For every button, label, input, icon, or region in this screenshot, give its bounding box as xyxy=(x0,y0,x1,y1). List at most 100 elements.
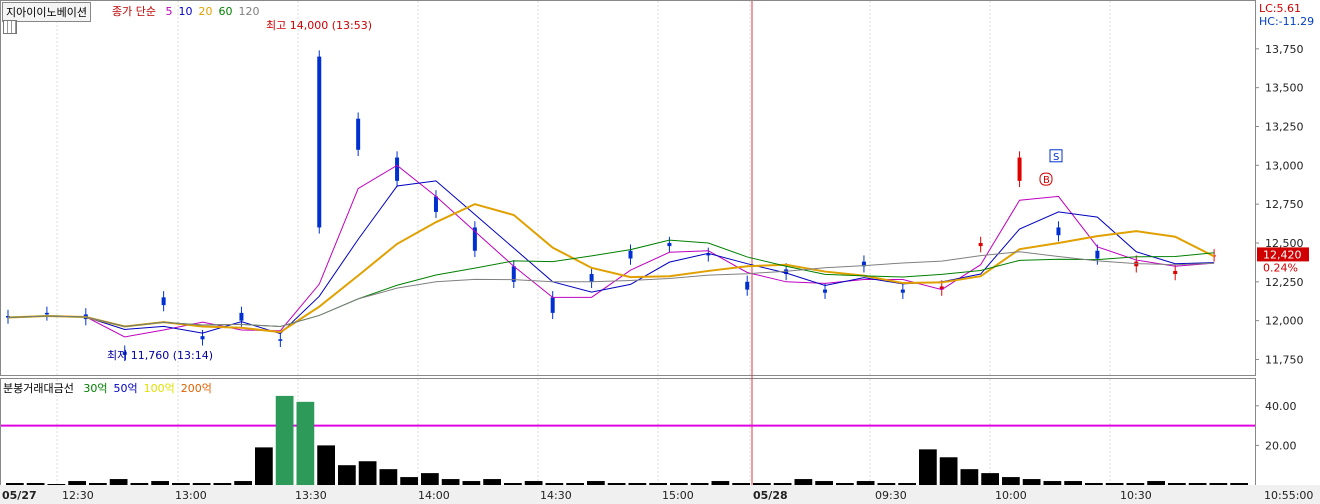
volume-bar xyxy=(670,483,688,485)
volume-bar xyxy=(130,483,149,485)
volume-tick-label: 40.00 xyxy=(1265,400,1297,413)
volume-bar xyxy=(213,483,232,485)
volume-bar xyxy=(1022,479,1041,485)
volume-bar xyxy=(711,481,730,485)
candle-body xyxy=(395,157,400,181)
high-annotation: 최고 14,000 (13:53) xyxy=(266,19,373,32)
candle-body xyxy=(745,281,750,290)
volume-bar xyxy=(1126,483,1145,485)
volume-bar xyxy=(109,479,128,485)
volume-bar xyxy=(172,483,190,485)
candle-body xyxy=(317,56,322,228)
volume-bar xyxy=(358,461,377,485)
candle-body xyxy=(239,312,244,321)
volume-bar xyxy=(151,481,169,485)
candle-body xyxy=(1017,157,1022,181)
volume-bar xyxy=(898,483,916,485)
price-tick-label: 12,250 xyxy=(1265,276,1304,289)
time-axis-label: 10:55:00 xyxy=(1264,489,1313,502)
price-legend-period: 5 xyxy=(165,5,173,18)
volume-bar xyxy=(628,483,647,485)
grid-toggle-icon[interactable] xyxy=(3,20,17,34)
candle-body xyxy=(44,312,49,315)
volume-legend-label: 분봉거래대금선 xyxy=(3,382,74,395)
candle-body xyxy=(356,118,361,150)
volume-bar xyxy=(856,481,875,485)
stock-name[interactable]: 지아이이노베이션 xyxy=(2,2,91,22)
candle-body xyxy=(667,242,672,247)
low-annotation: 최저 11,760 (13:14) xyxy=(107,349,214,362)
price-legend: 종가 단순 5 10 20 60 120 xyxy=(112,3,265,19)
price-tick-label: 13,000 xyxy=(1265,159,1304,172)
volume-legend-item: 30억 xyxy=(83,382,108,395)
volume-bar xyxy=(1085,483,1103,485)
volume-bar xyxy=(877,483,896,485)
volume-bar xyxy=(981,473,999,485)
volume-bar xyxy=(400,477,418,485)
volume-bar xyxy=(483,479,501,485)
volume-bar xyxy=(1147,481,1165,485)
candle-body xyxy=(1095,250,1100,259)
price-pane-frame xyxy=(0,0,1256,376)
time-axis-label: 09:30 xyxy=(875,489,907,502)
candle-body xyxy=(1056,227,1061,236)
candle-body xyxy=(550,297,555,313)
candle-body xyxy=(823,289,828,293)
price-tick-label: 11,750 xyxy=(1265,353,1304,366)
buy-marker-label: B xyxy=(1043,175,1050,186)
lc-label: LC:5.61 xyxy=(1259,2,1302,15)
current-change-label: 0.24% xyxy=(1263,261,1298,274)
volume-tick-label: 20.00 xyxy=(1265,439,1297,452)
sell-marker-label: S xyxy=(1053,152,1059,163)
volume-bar xyxy=(815,481,833,485)
volume-bar xyxy=(47,484,66,485)
volume-legend: 분봉거래대금선 30억 50억 100억 200억 xyxy=(3,380,218,396)
volume-bar xyxy=(1209,483,1228,485)
candle-body xyxy=(589,274,594,282)
volume-bar xyxy=(939,457,958,485)
volume-bar xyxy=(649,483,667,485)
volume-bar xyxy=(462,481,481,485)
volume-bar xyxy=(89,483,107,485)
volume-bar xyxy=(255,447,273,485)
time-axis-label: 13:30 xyxy=(295,489,327,502)
price-tick-label: 12,000 xyxy=(1265,315,1304,328)
volume-legend-item: 50억 xyxy=(113,382,138,395)
time-axis-label: 10:30 xyxy=(1120,489,1152,502)
candle-body xyxy=(278,339,283,341)
time-axis-label: 14:00 xyxy=(418,489,450,502)
volume-bar xyxy=(732,483,750,485)
time-axis-label: 10:00 xyxy=(995,489,1027,502)
candle-body xyxy=(200,336,205,340)
volume-bar xyxy=(1105,483,1124,485)
volume-bar xyxy=(68,481,86,485)
hc-label: HC:-11.29 xyxy=(1259,15,1315,28)
volume-bar xyxy=(794,479,813,485)
time-axis-label: 05/27 xyxy=(2,489,37,502)
volume-bar xyxy=(275,395,294,485)
volume-bar xyxy=(26,483,45,485)
price-tick-label: 13,250 xyxy=(1265,120,1304,133)
volume-bar xyxy=(960,469,979,485)
volume-bar xyxy=(379,469,398,485)
time-axis-label: 15:00 xyxy=(662,489,694,502)
volume-bar xyxy=(1002,477,1020,485)
volume-bar xyxy=(1188,483,1207,485)
price-legend-period: 120 xyxy=(238,5,260,18)
volume-bar xyxy=(773,483,792,485)
price-tick-label: 13,750 xyxy=(1265,43,1304,56)
volume-bar xyxy=(524,481,543,485)
price-legend-label: 종가 단순 xyxy=(112,5,156,18)
volume-legend-item: 200억 xyxy=(180,382,212,395)
volume-bar xyxy=(690,483,709,485)
volume-bar xyxy=(421,473,439,485)
candle-body xyxy=(161,297,166,306)
volume-bar xyxy=(753,483,771,485)
candle-body xyxy=(433,196,438,212)
price-tick-label: 13,500 xyxy=(1265,82,1304,95)
price-legend-period: 10 xyxy=(178,5,193,18)
volume-bar xyxy=(607,483,626,485)
volume-bar xyxy=(836,483,854,485)
volume-bar xyxy=(1064,481,1082,485)
candle-body xyxy=(900,289,905,293)
